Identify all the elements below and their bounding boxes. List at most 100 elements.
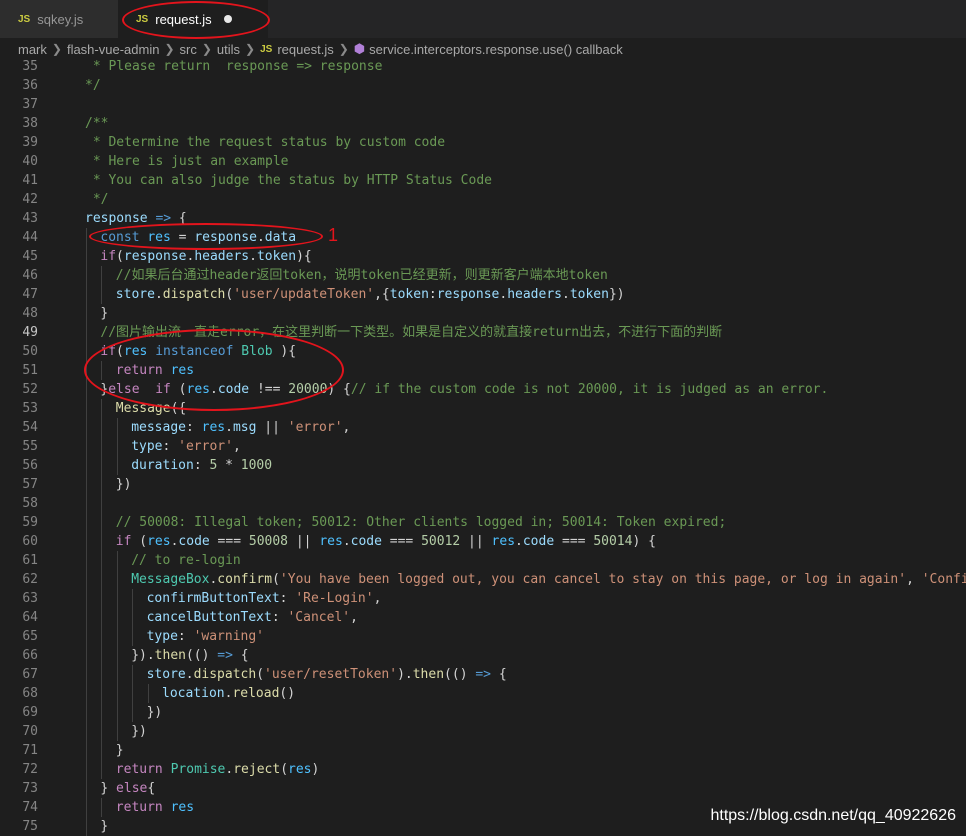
breadcrumb-item[interactable]: flash-vue-admin bbox=[67, 42, 160, 57]
indent-guide bbox=[101, 494, 103, 513]
line-number: 66 bbox=[22, 648, 38, 663]
code-line[interactable]: if (res.code === 50008 || res.code === 5… bbox=[116, 532, 656, 551]
code-line[interactable]: * Here is just an example bbox=[85, 152, 289, 171]
code-token: } bbox=[100, 819, 109, 834]
indent-guide bbox=[86, 646, 87, 665]
indent-guide bbox=[101, 551, 103, 570]
indent-guide bbox=[86, 627, 87, 646]
code-token: ( bbox=[272, 572, 280, 587]
code-token: : bbox=[428, 287, 437, 302]
line-number: 62 bbox=[22, 572, 38, 587]
code-line[interactable]: return res bbox=[116, 798, 194, 817]
js-file-icon: JS bbox=[260, 43, 273, 55]
chevron-right-icon: ❯ bbox=[201, 42, 212, 56]
code-line[interactable]: MessageBox.confirm('You have been logged… bbox=[131, 570, 966, 589]
indent-guide bbox=[86, 760, 87, 779]
code-line[interactable]: location.reload() bbox=[162, 684, 295, 703]
code-token: }) bbox=[115, 477, 132, 492]
line-number: 67 bbox=[22, 667, 38, 682]
code-line[interactable]: } bbox=[100, 817, 108, 836]
indent-guide bbox=[101, 437, 103, 456]
code-line[interactable]: store.dispatch('user/resetToken').then((… bbox=[147, 665, 507, 684]
js-file-icon: JS bbox=[18, 13, 31, 25]
watermark: https://blog.csdn.net/qq_40922626 bbox=[710, 807, 956, 824]
code-line[interactable]: cancelButtonText: 'Cancel', bbox=[147, 608, 358, 627]
code-token: else bbox=[116, 781, 148, 796]
indent-guide bbox=[132, 665, 134, 684]
code-line[interactable]: }).then(() => { bbox=[131, 646, 248, 665]
code-token: || bbox=[460, 534, 492, 549]
indent-guide bbox=[86, 228, 87, 247]
code-line[interactable]: // to re-login bbox=[131, 551, 241, 570]
chevron-right-icon: ❯ bbox=[338, 42, 349, 56]
indent-guide bbox=[116, 570, 118, 589]
code-token: res bbox=[170, 800, 195, 815]
line-number: 50 bbox=[22, 344, 38, 359]
code-line[interactable]: store.dispatch('user/updateToken',{token… bbox=[116, 285, 625, 304]
annotation-circle-blob-check bbox=[84, 329, 344, 411]
code-token: 'error' bbox=[178, 439, 233, 454]
indent-guide bbox=[147, 684, 149, 703]
indent-guide bbox=[86, 798, 87, 817]
tab-sqkey[interactable]: JS sqkey.js bbox=[0, 0, 118, 38]
breadcrumb-item[interactable]: service.interceptors.response.use() call… bbox=[369, 42, 623, 57]
code-token: location bbox=[162, 686, 225, 701]
code-line[interactable]: */ bbox=[85, 190, 109, 209]
indent-guide bbox=[101, 798, 103, 817]
breadcrumb-item[interactable]: utils bbox=[217, 42, 240, 57]
code-token: res bbox=[319, 534, 343, 549]
code-line[interactable]: //如果后台通过header返回token，说明token已经更新，则更新客户端… bbox=[116, 266, 608, 285]
breadcrumb-item[interactable]: request.js bbox=[277, 42, 333, 57]
line-number: 60 bbox=[22, 534, 38, 549]
code-line[interactable]: * Determine the request status by custom… bbox=[85, 133, 445, 152]
code-line[interactable]: duration: 5 * 1000 bbox=[131, 456, 272, 475]
breadcrumb-item[interactable]: src bbox=[180, 42, 197, 57]
code-line[interactable]: }) bbox=[147, 703, 163, 722]
code-line[interactable]: * You can also judge the status by HTTP … bbox=[85, 171, 492, 190]
code-token: * Determine the request status by custom… bbox=[85, 135, 446, 150]
line-number: 51 bbox=[22, 363, 38, 378]
breadcrumb-item[interactable]: mark bbox=[18, 42, 47, 57]
code-token: 'user/resetToken' bbox=[264, 667, 398, 682]
code-token: cancelButtonText bbox=[146, 610, 272, 625]
code-line[interactable]: * Please return response => response bbox=[85, 57, 383, 76]
indent-guide bbox=[116, 456, 118, 475]
code-line[interactable]: confirmButtonText: 'Re-Login', bbox=[147, 589, 382, 608]
code-line[interactable]: }) bbox=[131, 722, 147, 741]
code-line[interactable]: */ bbox=[85, 76, 101, 95]
code-line[interactable]: }) bbox=[116, 475, 132, 494]
indent-guide bbox=[101, 646, 103, 665]
indent-guide bbox=[116, 684, 118, 703]
line-number: 64 bbox=[22, 610, 38, 625]
indent-guide bbox=[116, 551, 118, 570]
indent-guide bbox=[86, 437, 87, 456]
code-line[interactable]: return Promise.reject(res) bbox=[116, 760, 320, 779]
code-line[interactable]: } else{ bbox=[100, 779, 155, 798]
code-token: } bbox=[100, 781, 117, 796]
code-line[interactable]: type: 'warning' bbox=[147, 627, 264, 646]
indent-guide bbox=[86, 475, 87, 494]
code-line[interactable]: message: res.msg || 'error', bbox=[131, 418, 350, 437]
indent-guide bbox=[116, 646, 118, 665]
code-token: . bbox=[249, 249, 257, 264]
code-line[interactable]: /** bbox=[85, 114, 108, 133]
code-line[interactable]: // 50008: Illegal token; 50012: Other cl… bbox=[116, 513, 726, 532]
code-line[interactable]: } bbox=[116, 741, 124, 760]
line-number: 70 bbox=[22, 724, 38, 739]
code-token: reject bbox=[233, 762, 281, 777]
code-token: , bbox=[342, 420, 351, 435]
line-number: 55 bbox=[22, 439, 38, 454]
code-token: return bbox=[115, 800, 163, 815]
code-token: } bbox=[100, 306, 109, 321]
indent-guide bbox=[86, 494, 87, 513]
code-token: /** bbox=[85, 116, 109, 131]
line-number: 57 bbox=[22, 477, 38, 492]
code-line[interactable]: type: 'error', bbox=[131, 437, 241, 456]
code-token: */ bbox=[85, 192, 109, 207]
code-line[interactable]: } bbox=[100, 304, 108, 323]
indent-guide bbox=[86, 570, 87, 589]
indent-guide bbox=[101, 589, 103, 608]
code-token: res bbox=[147, 534, 171, 549]
indent-guide bbox=[116, 437, 118, 456]
